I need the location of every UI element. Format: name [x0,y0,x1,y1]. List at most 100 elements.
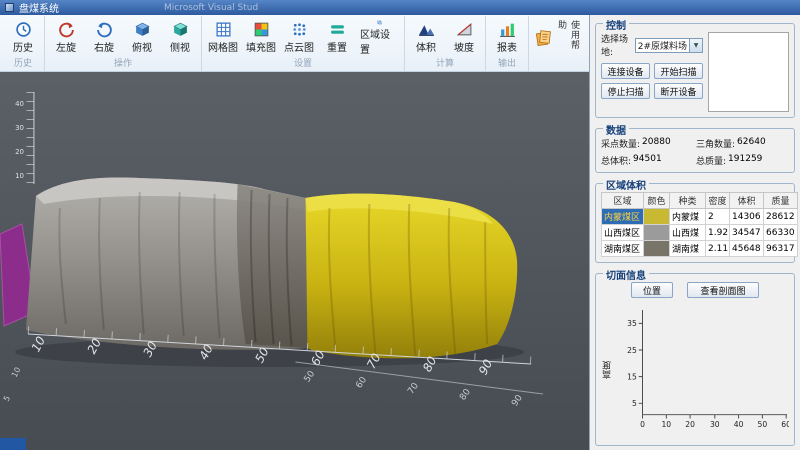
ruler-label: 30 [15,124,24,132]
chart-xticks: 0 10 20 30 40 50 60 [640,420,789,429]
col-density[interactable]: 密度 [706,193,730,209]
app-icon [5,3,14,12]
title-bar[interactable]: 盘煤系统 Microsoft Visual Stud [0,0,800,15]
toolbar: 历史 历史 左旋 [0,15,589,72]
slope-icon [456,21,473,38]
table-row[interactable]: 山西煤区 山西煤 1.92 34547 66330 [602,225,798,241]
rotate-left-icon [58,21,75,38]
rotate-right-button[interactable]: 右旋 [85,17,123,59]
data-field-points: 采点数量: 20880 [601,137,694,150]
toolbar-group-history: 历史 历史 [2,16,45,71]
view-section-button[interactable]: 查看剖面图 [687,282,759,298]
svg-text:25: 25 [627,346,637,355]
cell-type: 山西煤 [670,225,706,241]
col-color[interactable]: 颜色 [644,193,670,209]
help-button[interactable]: 使用帮助 [531,17,585,59]
svg-text:35: 35 [627,319,637,328]
cell-region: 湖南煤区 [602,241,644,257]
start-scan-button[interactable]: 开始扫描 [654,63,703,79]
cell-mass: 96317 [764,241,798,257]
slope-button[interactable]: 坡度 [445,17,483,59]
grid-map-button[interactable]: 网格图 [204,17,242,59]
color-swatch [644,225,670,241]
cell-volume: 34547 [730,225,764,241]
pointcloud-map-button[interactable]: 点云图 [280,17,318,59]
cell-volume: 14306 [730,209,764,225]
fill-map-button[interactable]: 填充图 [242,17,280,59]
volume-button[interactable]: 体积 [407,17,445,59]
svg-text:10: 10 [661,420,671,429]
viewport-3d[interactable]: 10 20 30 40 50 60 70 80 90 50 60 [0,72,589,450]
section-chart-canvas: 35 25 15 5 0 10 20 30 40 50 60 [614,303,789,437]
report-icon [499,21,516,38]
data-group-title: 数据 [603,122,629,137]
svg-text:15: 15 [627,373,637,382]
side-view-button[interactable]: 侧视 [161,17,199,59]
window-title: 盘煤系统 [19,0,59,15]
site-label: 选择场地: [601,32,633,58]
history-button[interactable]: 历史 [4,17,42,59]
control-group-title: 控制 [603,17,629,32]
chevron-down-icon[interactable]: ▼ [689,39,702,52]
top-view-button[interactable]: 俯视 [123,17,161,59]
toolbar-group-help: 使用帮助 [529,16,587,71]
taskbar-fragment [0,438,26,450]
cell-mass: 66330 [764,225,798,241]
chart-yticks: 35 25 15 5 [627,319,637,408]
connect-device-button[interactable]: 连接设备 [601,63,650,79]
cell-region: 内蒙煤区 [602,209,644,225]
toolbar-group-label: 操作 [47,59,199,71]
grid-map-icon [215,21,232,38]
chart-ylabel: 高度 [601,361,614,379]
site-select[interactable]: 2#原煤料场 ▼ [635,38,703,53]
color-swatch [644,241,670,257]
table-row[interactable]: 内蒙煤区 内蒙煤 2 14306 28612 [602,209,798,225]
region-volume-group: 区域 体积 区域 颜色 种类 密度 体积 质量 [595,183,795,263]
reset-button[interactable]: 重置 [318,17,356,59]
cell-region: 山西煤区 [602,225,644,241]
svg-text:40: 40 [734,420,744,429]
fill-map-icon [253,21,270,38]
top-view-icon [134,21,151,38]
cell-density: 1.92 [706,225,730,241]
position-button[interactable]: 位置 [631,282,673,298]
svg-text:50: 50 [758,420,768,429]
table-row[interactable]: 湖南煤区 湖南煤 2.11 45648 96317 [602,241,798,257]
cell-mass: 28612 [764,209,798,225]
app-window: 盘煤系统 Microsoft Visual Stud 历史 [0,0,800,450]
toolbar-group-label: 计算 [407,59,483,71]
toolbar-group-output: 报表 输出 [486,16,529,71]
reset-icon [329,21,346,38]
side-view-icon [172,21,189,38]
col-volume[interactable]: 体积 [730,193,764,209]
svg-text:5: 5 [632,399,637,408]
svg-text:60: 60 [781,420,789,429]
toolbar-group-label: 输出 [488,59,526,71]
rotate-right-icon [96,21,113,38]
toolbar-group-settings: 网格图 填充图 [202,16,405,71]
region-volume-title: 区域体积 [603,177,649,192]
window-title-secondary: Microsoft Visual Stud [164,3,258,13]
preview-box [708,32,789,112]
cell-density: 2 [706,209,730,225]
col-region[interactable]: 区域 [602,193,644,209]
svg-text:20: 20 [685,420,695,429]
disconnect-device-button[interactable]: 断开设备 [654,83,703,99]
col-type[interactable]: 种类 [670,193,706,209]
toolbar-group-label: 设置 [204,59,402,71]
toolbar-group-operate: 左旋 右旋 [45,16,202,71]
ruler-label: 10 [15,172,24,180]
toolbar-group-calculate: 体积 坡度 计算 [405,16,486,71]
volume-icon [418,21,435,38]
table-header-row: 区域 颜色 种类 密度 体积 质量 [602,193,798,209]
section-chart: 高度 35 25 15 5 0 [601,303,789,437]
col-mass[interactable]: 质量 [764,193,798,209]
stop-scan-button[interactable]: 停止扫描 [601,83,650,99]
rotate-left-button[interactable]: 左旋 [47,17,85,59]
color-swatch [644,209,670,225]
report-button[interactable]: 报表 [488,17,526,59]
data-group: 数据 采点数量: 20880 三角数量: 62640 总体积: 94501 [595,128,795,173]
region-settings-button[interactable]: 区域设置 [356,17,402,59]
cell-density: 2.11 [706,241,730,257]
data-field-total-mass: 总质量: 191259 [696,154,789,167]
